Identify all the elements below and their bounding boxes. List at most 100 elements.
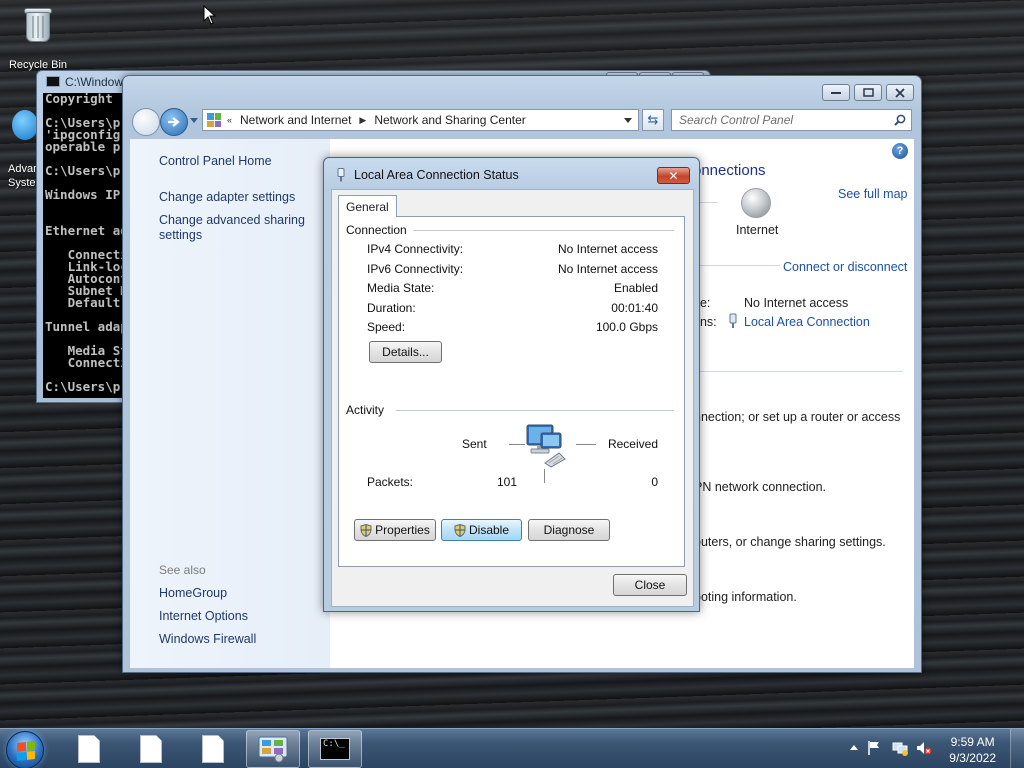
dialog-close-button[interactable]: ✕ [657,167,690,184]
arrow-right-icon [168,117,180,127]
cmd-icon: C:\_ [320,738,350,760]
back-button[interactable] [132,108,160,136]
task-desc-vpn: PN network connection. [694,480,827,494]
taskbar-item-document-2[interactable] [124,730,178,768]
ipv6-label: IPv6 Connectivity: [367,262,464,276]
desktop-icon-label: Advanced System [8,163,38,189]
start-button[interactable] [6,731,44,768]
action-center-flag-icon[interactable] [866,740,882,756]
document-icon [140,735,162,763]
properties-button-label: Properties [375,523,430,537]
taskbar-item-cmd[interactable]: C:\_ [308,730,362,768]
sent-label: Sent [462,437,487,451]
close-button[interactable] [886,84,914,101]
address-bar[interactable]: « Network and Internet ▶ Network and Sha… [202,109,639,131]
close-icon: ✕ [668,168,679,183]
packets-received-value: 0 [651,475,658,489]
ipv6-value: No Internet access [557,262,658,276]
packets-label: Packets: [367,475,414,489]
taskbar-item-document-3[interactable] [186,730,240,768]
taskbar-item-document-1[interactable] [62,730,116,768]
internet-globe-icon [741,188,771,218]
taskbar-item-control-panel[interactable] [246,730,300,768]
network-tray-icon[interactable] [892,740,908,756]
disable-button[interactable]: Disable [441,519,522,541]
link-change-advanced-sharing[interactable]: Change advanced sharing settings [159,213,309,243]
mouse-cursor-icon [203,5,217,25]
breadcrumb-network-sharing-center[interactable]: Network and Sharing Center [374,113,525,127]
media-state-value: Enabled [613,281,658,295]
maximize-button[interactable] [854,84,882,101]
uac-shield-icon [454,523,466,537]
access-type-value: No Internet access [744,296,849,310]
section-heading-connections: onnections [693,162,766,179]
ipv4-label: IPv4 Connectivity: [367,242,464,256]
address-dropdown-icon[interactable] [624,118,632,123]
media-state-label: Media State: [367,281,435,295]
windows-logo-icon [17,741,35,761]
search-icon [894,114,906,126]
task-desc-setup-connection: nnection; or set up a router or access [694,410,901,424]
link-see-full-map[interactable]: See full map [838,187,907,201]
activity-group-label: Activity [346,403,391,417]
task-desc-sharing: puters, or change sharing settings. [694,535,886,549]
details-button[interactable]: Details... [369,341,442,363]
control-panel-icon [258,736,288,763]
left-task-pane: Control Panel Home Change adapter settin… [130,139,330,668]
desktop-icon-advanced-system[interactable]: Advanced System [0,110,40,189]
breadcrumb-overflow[interactable]: « [227,115,232,125]
received-label: Received [607,437,658,451]
shortcut-icon [12,110,38,140]
internet-label: Internet [736,223,779,237]
clock-time: 9:59 AM [950,735,995,749]
breadcrumb-separator-icon[interactable]: ▶ [359,115,366,126]
connection-status-dialog[interactable]: Local Area Connection Status ✕ General C… [323,157,700,612]
properties-button[interactable]: Properties [354,519,436,541]
network-connection-icon [337,168,345,182]
refresh-icon: ⇆ [647,112,659,127]
forward-button[interactable] [160,108,188,136]
dialog-body: General Connection IPv4 Connectivity: No… [331,189,694,607]
link-internet-options[interactable]: Internet Options [159,609,248,624]
document-icon [202,735,224,763]
dialog-title: Local Area Connection Status [354,168,519,182]
disable-button-label: Disable [468,523,510,537]
link-windows-firewall[interactable]: Windows Firewall [159,632,256,647]
close-dialog-button[interactable]: Close [613,574,687,596]
minimize-button[interactable] [822,84,850,101]
recent-pages-dropdown[interactable] [190,118,198,123]
cmd-icon [46,76,60,87]
link-connect-or-disconnect[interactable]: Connect or disconnect [783,260,907,274]
link-change-adapter-settings[interactable]: Change adapter settings [159,190,295,205]
diagnose-button[interactable]: Diagnose [528,519,610,541]
tab-general[interactable]: General [338,195,397,217]
duration-value: 00:01:40 [611,301,658,315]
search-input[interactable]: Search Control Panel [671,109,912,131]
network-connection-icon [729,313,737,328]
desktop-icon-recycle-bin[interactable]: Recycle Bin [6,6,70,71]
control-panel-icon [207,113,221,127]
link-control-panel-home[interactable]: Control Panel Home [159,154,272,169]
see-also-heading: See also [159,563,206,577]
network-computers-icon [526,424,566,468]
link-homegroup[interactable]: HomeGroup [159,586,227,601]
volume-muted-icon[interactable] [916,740,932,756]
recycle-bin-icon [23,6,53,46]
clock-date: 9/3/2022 [949,751,996,765]
taskbar: C:\_ 9:59 AM 9/3/2022 [0,728,1024,768]
refresh-button[interactable]: ⇆ [642,109,664,131]
packets-sent-value: 101 [497,475,518,489]
show-hidden-icons-button[interactable] [850,745,858,750]
uac-shield-icon [360,523,372,537]
duration-label: Duration: [367,301,416,315]
breadcrumb-network-and-internet[interactable]: Network and Internet [240,113,351,127]
connection-group-label: Connection [346,223,413,237]
document-icon [78,735,100,763]
show-desktop-button[interactable] [1010,729,1024,768]
ipv4-value: No Internet access [557,242,658,256]
link-local-area-connection[interactable]: Local Area Connection [744,315,870,329]
general-tab-panel: Connection IPv4 Connectivity: No Interne… [338,216,685,567]
help-icon[interactable]: ? [892,143,908,159]
search-placeholder: Search Control Panel [679,113,794,127]
taskbar-clock[interactable]: 9:59 AM 9/3/2022 [949,734,996,766]
